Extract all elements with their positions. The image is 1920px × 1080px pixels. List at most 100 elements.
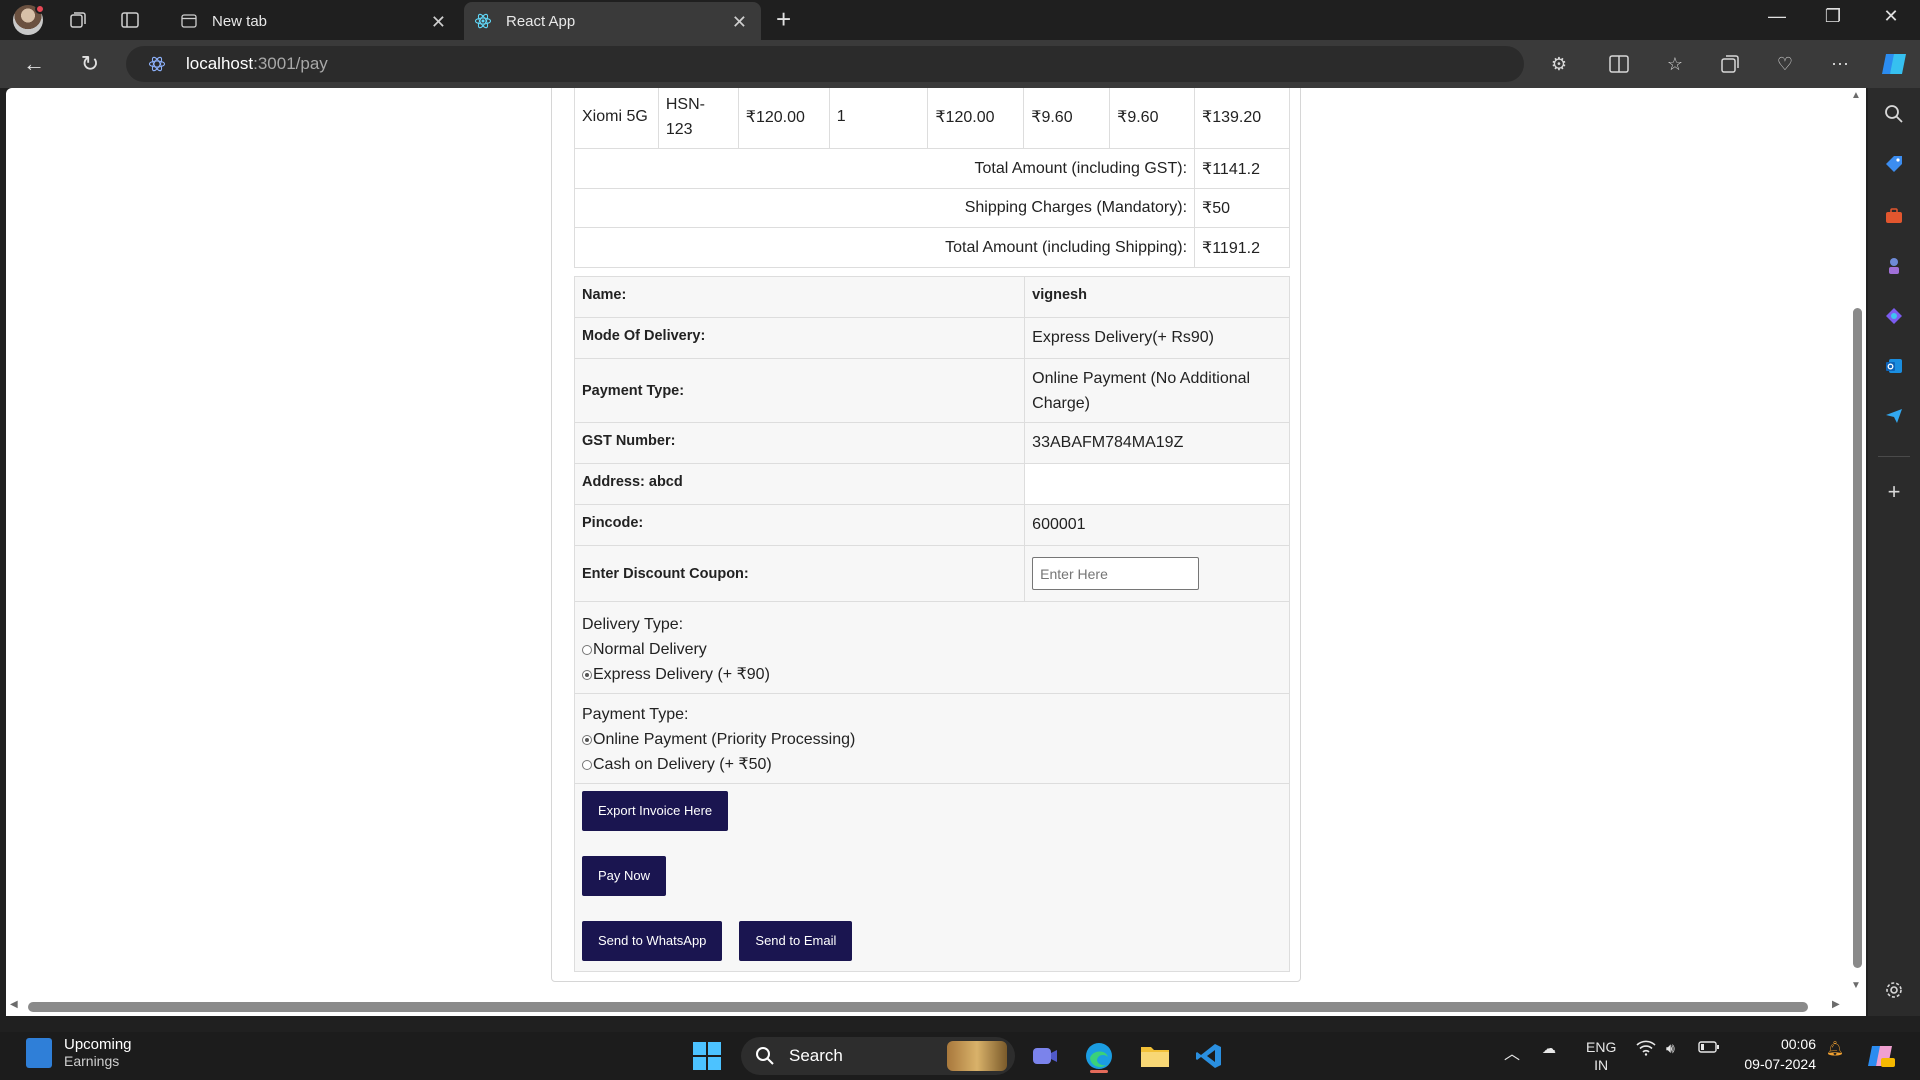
collections-icon[interactable]: [1718, 52, 1742, 76]
minimize-icon[interactable]: —: [1754, 6, 1800, 27]
shipping-label: Shipping Charges (Mandatory):: [573, 188, 1196, 228]
copilot-designer-icon[interactable]: [1882, 304, 1906, 328]
product-sgst: ₹9.60: [1109, 88, 1196, 149]
online-payment-option[interactable]: Online Payment (Priority Processing): [582, 727, 1282, 752]
teams-meet-icon[interactable]: [1028, 1040, 1062, 1072]
normal-delivery-label: Normal Delivery: [593, 641, 707, 658]
send-whatsapp-button[interactable]: Send to WhatsApp: [582, 921, 723, 961]
volume-icon[interactable]: 🔊︎: [1666, 1040, 1675, 1057]
clock-time: 00:06: [1780, 1036, 1816, 1052]
split-screen-icon[interactable]: [1607, 52, 1631, 76]
page-viewport: Xiomi 5G HSN- 123 ₹120.00 1 ₹120.00 ₹9.6…: [6, 88, 1866, 1016]
name-row: Name: vignesh: [573, 276, 1290, 318]
notification-bell-icon[interactable]: 🔔︎: [1826, 1040, 1844, 1057]
hidden-icons-chevron-icon[interactable]: ︿: [1504, 1040, 1520, 1064]
close-window-icon[interactable]: ✕: [1868, 6, 1914, 27]
copilot-icon[interactable]: [1880, 50, 1910, 78]
delivery-mode-value: Express Delivery(+ Rs90): [1024, 317, 1290, 359]
games-chess-icon[interactable]: [1882, 254, 1906, 278]
coupon-label: Enter Discount Coupon:: [582, 565, 749, 582]
pincode-label: Pincode:: [582, 515, 644, 531]
clock-date: 09-07-2024: [1744, 1056, 1816, 1072]
notification-dot: [35, 4, 45, 14]
url-host: localhost: [186, 54, 254, 73]
actions-row: Export Invoice Here Pay Now Send to What…: [574, 783, 1290, 972]
express-delivery-radio[interactable]: [582, 669, 592, 680]
favorites-icon[interactable]: ☆: [1663, 52, 1687, 76]
onedrive-cloud-icon[interactable]: ☁: [1542, 1040, 1556, 1057]
send-email-button[interactable]: Send to Email: [739, 921, 853, 961]
close-tab-icon[interactable]: ✕: [431, 12, 446, 33]
search-label: Search: [789, 1046, 843, 1065]
add-sidebar-app-icon[interactable]: +: [1882, 479, 1906, 504]
pay-now-button[interactable]: Pay Now: [582, 856, 667, 896]
address-bar[interactable]: localhost:3001/pay: [126, 46, 1524, 82]
product-price: ₹120.00: [737, 88, 830, 149]
delivery-mode-label: Mode Of Delivery:: [582, 328, 706, 344]
horizontal-scroll-thumb[interactable]: [28, 1002, 1808, 1012]
taskbar-clock[interactable]: 00:06 09-07-2024: [1736, 1034, 1816, 1074]
close-tab-icon[interactable]: ✕: [732, 12, 747, 33]
language-indicator[interactable]: ENG IN: [1586, 1038, 1616, 1074]
workspaces-icon[interactable]: [66, 8, 90, 32]
browser-toolbar: ← ↻ localhost:3001/pay ⚙ ☆ ♡ ⋯: [0, 40, 1920, 88]
normal-delivery-radio[interactable]: [582, 644, 592, 655]
express-delivery-option[interactable]: Express Delivery (+ ₹90): [582, 662, 1282, 687]
tab-new-tab[interactable]: New tab ✕: [170, 2, 460, 40]
battery-icon[interactable]: [1698, 1040, 1720, 1057]
refresh-icon[interactable]: ↻: [78, 52, 102, 76]
profile-avatar[interactable]: [13, 4, 45, 35]
react-site-icon: [148, 55, 166, 73]
shopping-tag-icon[interactable]: [1882, 152, 1906, 176]
total-shipping-value: ₹1191.2: [1194, 227, 1290, 268]
browser-essentials-icon[interactable]: ♡: [1773, 52, 1797, 76]
horizontal-scrollbar[interactable]: ◀ ▶: [6, 996, 1846, 1016]
file-explorer-icon[interactable]: [1138, 1040, 1172, 1072]
widgets-button[interactable]: Upcoming Earnings: [26, 1036, 132, 1069]
normal-delivery-option[interactable]: Normal Delivery: [582, 637, 1282, 662]
product-amount: ₹120.00: [927, 88, 1025, 149]
sidebar-settings-icon[interactable]: [1882, 978, 1906, 1002]
coupon-row: Enter Discount Coupon:: [573, 545, 1290, 602]
restore-icon[interactable]: ❐: [1810, 6, 1856, 27]
scroll-right-icon[interactable]: ▶: [1832, 999, 1840, 1010]
address-label: Address: abcd: [582, 474, 683, 490]
scroll-left-icon[interactable]: ◀: [10, 999, 18, 1010]
online-payment-radio[interactable]: [582, 734, 592, 745]
coupon-input[interactable]: [1032, 557, 1200, 590]
customer-details-table: Name: vignesh Mode Of Delivery: Express …: [573, 276, 1290, 972]
send-drop-icon[interactable]: [1882, 404, 1906, 428]
search-icon[interactable]: [1882, 102, 1906, 126]
vertical-tabs-icon[interactable]: [118, 8, 142, 32]
cod-option[interactable]: Cash on Delivery (+ ₹50): [582, 752, 1282, 777]
windows-start-icon[interactable]: [690, 1040, 724, 1072]
edge-browser-icon[interactable]: [1082, 1040, 1116, 1073]
tools-briefcase-icon[interactable]: [1882, 204, 1906, 228]
export-invoice-button[interactable]: Export Invoice Here: [582, 791, 729, 831]
cod-radio[interactable]: [582, 759, 592, 770]
react-logo-icon: [474, 12, 492, 30]
extensions-icon[interactable]: ⚙: [1547, 52, 1571, 76]
vertical-scroll-thumb[interactable]: [1853, 308, 1862, 968]
outlook-icon[interactable]: [1882, 354, 1906, 378]
taskbar-search[interactable]: Search: [741, 1037, 1015, 1075]
wifi-icon[interactable]: [1636, 1040, 1656, 1059]
invoice-table: Xiomi 5G HSN- 123 ₹120.00 1 ₹120.00 ₹9.6…: [573, 88, 1290, 268]
gst-value: 33ABAFM784MA19Z: [1024, 422, 1290, 464]
total-gst-row: Total Amount (including GST): ₹1141.2: [573, 148, 1290, 189]
shipping-row: Shipping Charges (Mandatory): ₹50: [573, 188, 1290, 228]
scroll-down-icon[interactable]: ▼: [1851, 980, 1861, 991]
tab-react-app[interactable]: React App ✕: [464, 2, 761, 40]
vertical-scrollbar[interactable]: ▲ ▼: [1846, 88, 1866, 996]
tab-label: New tab: [212, 12, 268, 30]
vscode-icon[interactable]: [1192, 1040, 1226, 1072]
copilot-taskbar-icon[interactable]: [1864, 1040, 1898, 1072]
language-code: ENG: [1586, 1039, 1617, 1055]
scroll-up-icon[interactable]: ▲: [1851, 90, 1861, 101]
product-hsn: HSN- 123: [657, 88, 739, 149]
back-arrow-icon[interactable]: ←: [22, 52, 46, 76]
more-options-icon[interactable]: ⋯: [1828, 52, 1852, 76]
browser-tab-bar: New tab ✕ React App ✕ + — ❐ ✕: [0, 0, 1920, 40]
payment-type-value: Online Payment (No Additional Charge): [1024, 358, 1290, 423]
new-tab-plus-icon[interactable]: +: [776, 6, 791, 32]
